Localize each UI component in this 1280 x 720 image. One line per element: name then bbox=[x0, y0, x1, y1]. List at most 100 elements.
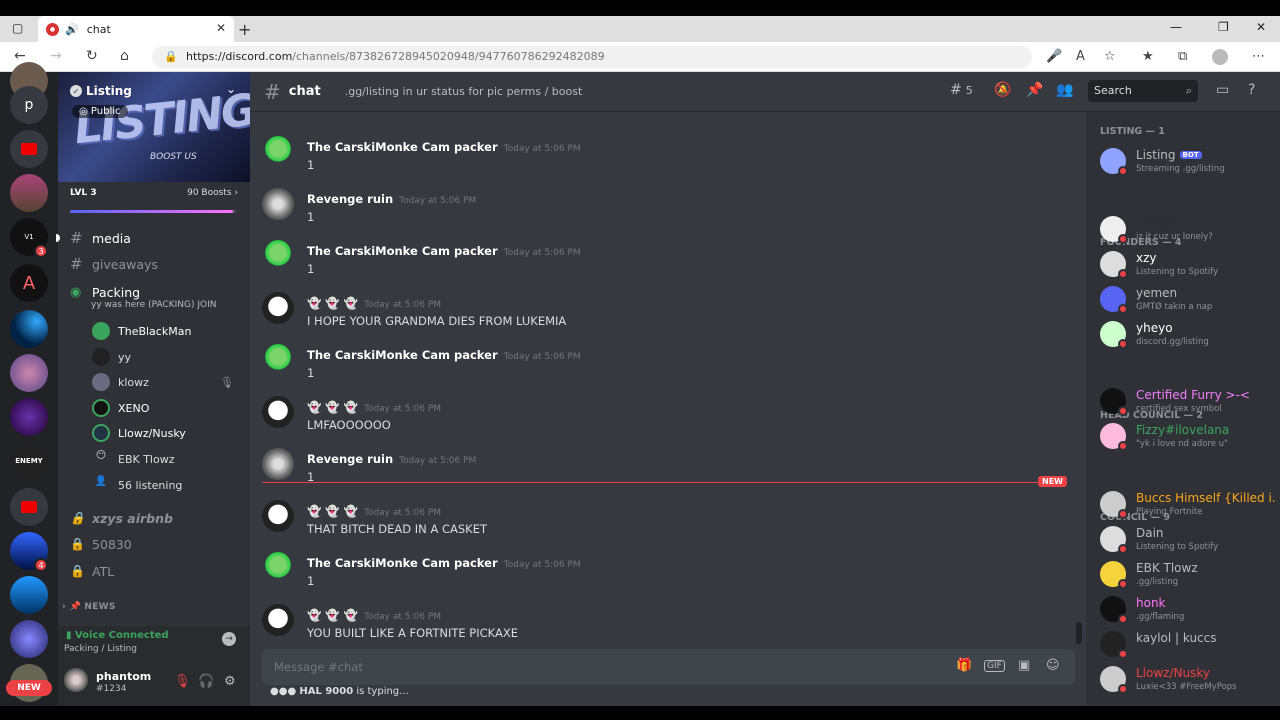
channel-topic[interactable]: .gg/listing in ur status for pic perms /… bbox=[345, 85, 583, 98]
member-item[interactable]: Certified Furry >-< certified sex symbol bbox=[1100, 386, 1278, 420]
message[interactable]: Revenge ruin Today at 5:06 PM 1 bbox=[262, 444, 1062, 496]
server-icon[interactable] bbox=[10, 174, 48, 212]
voice-user[interactable]: XENO bbox=[92, 397, 149, 419]
avatar[interactable] bbox=[262, 552, 294, 584]
mute-mic-icon[interactable]: 🎙 bbox=[174, 674, 191, 689]
search-input[interactable]: Search ⌕ bbox=[1088, 80, 1198, 102]
refresh-icon[interactable]: ↻ bbox=[86, 48, 98, 64]
collections-icon[interactable]: ⧉ bbox=[1178, 49, 1187, 64]
message[interactable]: The CarskiMonke Cam packer Today at 5:06 … bbox=[262, 340, 1062, 392]
message-author[interactable]: 👻 👻 👻 Today at 5:06 PM bbox=[307, 504, 441, 518]
close-window-icon[interactable]: ✕ bbox=[1256, 20, 1266, 34]
message-author[interactable]: The CarskiMonke Cam packer Today at 5:06 … bbox=[307, 140, 581, 154]
profile-icon[interactable] bbox=[1212, 49, 1228, 65]
message-author[interactable]: 👻 👻 👻 Today at 5:06 PM bbox=[307, 296, 441, 310]
server-icon-p[interactable]: p bbox=[10, 86, 48, 124]
disconnect-icon[interactable]: → bbox=[222, 632, 236, 646]
user-avatar[interactable] bbox=[64, 668, 88, 692]
avatar[interactable] bbox=[262, 500, 294, 532]
inbox-icon[interactable]: ▭ bbox=[1216, 82, 1229, 98]
server-name-button[interactable]: ✓ Listing bbox=[70, 84, 132, 98]
channel-atl[interactable]: 🔒 ATL bbox=[70, 559, 114, 583]
server-icon[interactable] bbox=[10, 398, 48, 436]
member-item[interactable]: xzy Listening to Spotify bbox=[1100, 249, 1278, 283]
browser-tab[interactable]: ● 🔊 chat ✕ bbox=[38, 16, 234, 42]
voice-location[interactable]: Packing / Listing bbox=[64, 644, 137, 654]
headphones-icon[interactable]: 🎧 bbox=[198, 674, 214, 689]
mic-blocked-icon[interactable]: 🎤 bbox=[1046, 49, 1062, 64]
message[interactable]: Revenge ruin Today at 5:06 PM 1 bbox=[262, 184, 1062, 236]
avatar[interactable] bbox=[262, 188, 294, 220]
message-author[interactable]: The CarskiMonke Cam packer Today at 5:06 … bbox=[307, 348, 581, 362]
favorites-bar-icon[interactable]: ★ bbox=[1142, 49, 1154, 64]
channel-media[interactable]: # media bbox=[70, 226, 131, 250]
message-author[interactable]: 👻 👻 👻 Today at 5:06 PM bbox=[307, 400, 441, 414]
message-input[interactable] bbox=[274, 657, 874, 677]
voice-connected-status[interactable]: ▮ Voice Connected bbox=[66, 630, 169, 641]
server-icon[interactable] bbox=[10, 310, 48, 348]
member-item[interactable]: Fizzy#ilovelana "yk i love nd adore u" bbox=[1100, 421, 1278, 455]
tab-actions-icon[interactable]: ▢ bbox=[12, 21, 23, 35]
gift-icon[interactable]: 🎁 bbox=[956, 658, 972, 673]
server-icon[interactable] bbox=[10, 354, 48, 392]
voice-user[interactable]: yy bbox=[92, 346, 131, 368]
new-unreads-pill[interactable]: NEW bbox=[6, 680, 52, 696]
server-icon-red[interactable] bbox=[10, 488, 48, 526]
forward-icon[interactable]: → bbox=[50, 48, 62, 64]
member-item[interactable]: kaylol | kuccs bbox=[1100, 629, 1278, 663]
server-icon-enemy[interactable]: ENEMY bbox=[10, 442, 48, 480]
message[interactable]: 👻 👻 👻 Today at 5:06 PM I HOPE YOUR GRANDMA… bbox=[262, 288, 1062, 340]
avatar[interactable] bbox=[262, 344, 294, 376]
speaker-icon[interactable]: 🔊 bbox=[65, 23, 79, 36]
avatar[interactable] bbox=[262, 292, 294, 324]
member-item[interactable]: Dain Listening to Spotify bbox=[1100, 524, 1278, 558]
member-item[interactable]: yheyo discord.gg/listing bbox=[1100, 319, 1278, 353]
emoji-icon[interactable]: ☺ bbox=[1046, 658, 1060, 673]
member-item[interactable]: yemen GMTØ takin a nap bbox=[1100, 284, 1278, 318]
message-author[interactable]: The CarskiMonke Cam packer Today at 5:06 … bbox=[307, 556, 581, 570]
member-list-icon[interactable]: 👥 bbox=[1056, 82, 1073, 98]
sticker-icon[interactable]: ▣ bbox=[1018, 658, 1030, 673]
read-aloud-icon[interactable]: A bbox=[1076, 49, 1085, 64]
favorite-icon[interactable]: ☆ bbox=[1104, 49, 1116, 64]
member-item[interactable]: EBK Tlowz .gg/listing bbox=[1100, 559, 1278, 593]
member-item[interactable]: seraph iz it cuz ur lonely? bbox=[1100, 214, 1278, 248]
voice-listeners[interactable]: 👤 56 listening bbox=[92, 474, 183, 496]
scrollbar[interactable] bbox=[1076, 622, 1082, 644]
avatar[interactable] bbox=[262, 448, 294, 480]
message-author[interactable]: 👻 👻 👻 Today at 5:06 PM bbox=[307, 608, 441, 622]
message[interactable]: The CarskiMonke Cam packer Today at 5:06 … bbox=[262, 132, 1062, 184]
server-icon-red[interactable] bbox=[10, 130, 48, 168]
category-news[interactable]: › 📌 NEWS bbox=[62, 602, 116, 612]
avatar[interactable] bbox=[262, 396, 294, 428]
message-author[interactable]: Revenge ruin Today at 5:06 PM bbox=[307, 452, 476, 466]
pinned-messages-icon[interactable]: 📌 bbox=[1026, 82, 1043, 98]
voice-user[interactable]: Llowz/Nusky bbox=[92, 422, 186, 444]
close-tab-icon[interactable]: ✕ bbox=[216, 21, 226, 35]
home-icon[interactable]: ⌂ bbox=[120, 48, 129, 64]
member-item[interactable]: Llowz/Nusky Luxie<33 #FreeMyPops bbox=[1100, 664, 1278, 698]
avatar[interactable] bbox=[262, 136, 294, 168]
settings-menu-icon[interactable]: ⋯ bbox=[1252, 49, 1265, 64]
server-icon[interactable] bbox=[10, 576, 48, 614]
help-icon[interactable]: ? bbox=[1248, 82, 1255, 98]
gif-button[interactable]: GIF bbox=[984, 660, 1005, 672]
member-item[interactable]: honk .gg/flaming bbox=[1100, 594, 1278, 628]
message[interactable]: The CarskiMonke Cam packer Today at 5:06 … bbox=[262, 548, 1062, 600]
message[interactable]: The CarskiMonke Cam packer Today at 5:06 … bbox=[262, 236, 1062, 288]
threads-icon[interactable]: #5 bbox=[950, 82, 973, 98]
voice-user[interactable]: klowz 🎙 bbox=[92, 371, 234, 393]
message[interactable]: 👻 👻 👻 Today at 5:06 PM YOU BUILT LIKE A FO… bbox=[262, 600, 1062, 652]
avatar[interactable] bbox=[262, 604, 294, 636]
member-item[interactable]: Buccs Himself {Killed i... Playing Fortni… bbox=[1100, 489, 1278, 523]
message-author[interactable]: The CarskiMonke Cam packer Today at 5:06 … bbox=[307, 244, 581, 258]
member-item[interactable]: Listing BOT Streaming .gg/listing bbox=[1100, 146, 1278, 180]
chevron-down-icon[interactable]: ⌄ bbox=[226, 82, 236, 96]
server-icon-a[interactable]: A bbox=[10, 264, 48, 302]
minimize-icon[interactable]: — bbox=[1170, 20, 1182, 34]
user-settings-icon[interactable]: ⚙ bbox=[224, 674, 236, 689]
channel-xzys-airbnb[interactable]: 🔒 xzys airbnb bbox=[70, 506, 173, 530]
voice-user[interactable]: TheBlackMan bbox=[92, 320, 191, 342]
maximize-icon[interactable]: ❐ bbox=[1218, 20, 1229, 34]
new-tab-icon[interactable]: + bbox=[238, 20, 251, 39]
